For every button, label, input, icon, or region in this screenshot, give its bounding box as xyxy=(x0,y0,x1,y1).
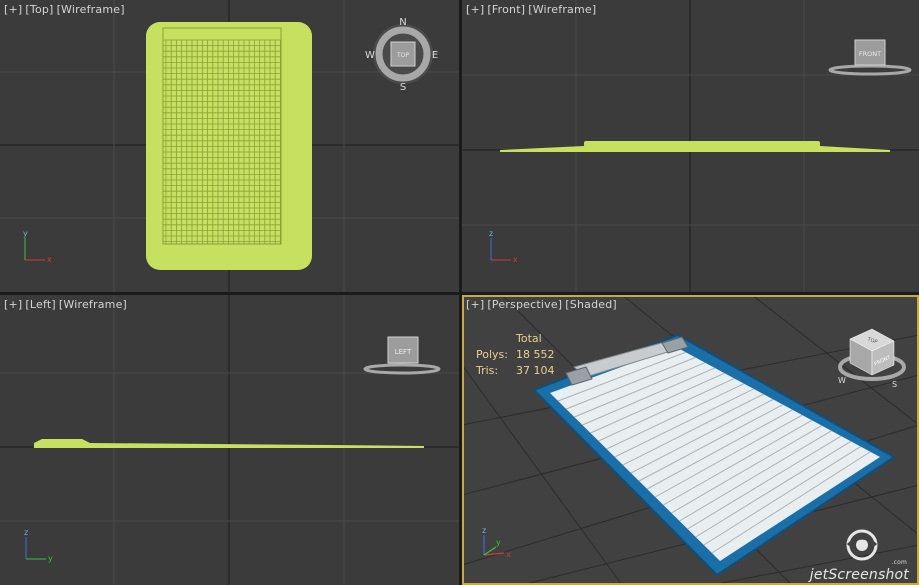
viewport-perspective-label[interactable]: [+] [Perspective] [Shaded] xyxy=(466,298,620,311)
viewport-menu-button[interactable]: [+] xyxy=(4,3,22,16)
viewport-left[interactable]: z y LEFT [+] [Left] [Wireframe] xyxy=(0,295,459,585)
viewcube-left[interactable]: LEFT xyxy=(363,336,441,375)
clipboard-wireframe-top[interactable] xyxy=(146,22,312,270)
viewport-top-canvas: y x TOP N S E W xyxy=(0,0,459,292)
watermark-text: jetScreenshot .com xyxy=(809,559,909,583)
shading-mode[interactable]: [Wireframe] xyxy=(528,3,596,16)
axis-y-label: y xyxy=(23,229,28,238)
viewport-menu-button[interactable]: [+] xyxy=(466,298,484,311)
watermark-logo-icon xyxy=(846,529,878,561)
viewport-front-label[interactable]: [+] [Front] [Wireframe] xyxy=(466,3,599,16)
viewport-front-canvas: z x FRONT xyxy=(462,0,919,292)
polys-value: 18 552 xyxy=(516,348,555,361)
viewcube-front[interactable]: FRONT xyxy=(828,39,912,76)
axis-y-label: y xyxy=(496,538,501,547)
shading-mode[interactable]: [Shaded] xyxy=(565,298,617,311)
tris-label: Tris: xyxy=(476,364,499,377)
compass-south: S xyxy=(892,380,897,389)
view-name[interactable]: [Top] xyxy=(25,3,53,16)
view-name[interactable]: [Perspective] xyxy=(487,298,562,311)
viewcube-face-label: LEFT xyxy=(395,348,412,356)
viewcube-perspective[interactable]: TOP FRONT W S xyxy=(838,328,906,389)
watermark-brand: jetScreenshot xyxy=(809,567,909,583)
statistics-overlay: Total Polys: 18 552 Tris: 37 104 xyxy=(476,331,555,379)
axis-x-label: x xyxy=(513,255,518,264)
tris-value: 37 104 xyxy=(516,364,555,377)
axis-x-label: x xyxy=(506,550,511,559)
axis-z-label: z xyxy=(482,526,486,535)
viewport-perspective[interactable]: TOP FRONT W S z x y [+] [Perspective] [Sha… xyxy=(462,295,919,585)
compass-west: W xyxy=(838,376,846,385)
axis-z-label: z xyxy=(24,528,28,537)
viewport-menu-button[interactable]: [+] xyxy=(4,298,22,311)
polys-label: Polys: xyxy=(476,348,508,361)
axis-tripod-front: z x xyxy=(489,229,518,264)
viewport-left-label[interactable]: [+] [Left] [Wireframe] xyxy=(4,298,130,311)
view-name[interactable]: [Left] xyxy=(25,298,55,311)
clipboard-wireframe-front[interactable] xyxy=(500,141,890,152)
axis-tripod-top: y x xyxy=(23,229,52,264)
viewport-menu-button[interactable]: [+] xyxy=(466,3,484,16)
viewport-front[interactable]: z x FRONT [+] [Front] [Wireframe] xyxy=(462,0,919,292)
axis-y-label: y xyxy=(48,554,53,563)
view-name[interactable]: [Front] xyxy=(487,3,525,16)
viewport-top-label[interactable]: [+] [Top] [Wireframe] xyxy=(4,3,128,16)
viewport-top[interactable]: y x TOP N S E W [+] [Top] [Wireframe] xyxy=(0,0,459,292)
viewcube-top[interactable]: TOP N S E W xyxy=(365,17,438,93)
viewcube-face-label: TOP xyxy=(396,52,409,59)
compass-south: S xyxy=(400,82,406,93)
watermark-tld: .com xyxy=(891,559,907,566)
compass-north: N xyxy=(399,17,406,28)
axis-z-label: z xyxy=(489,229,493,238)
stats-header: Total xyxy=(516,332,542,345)
axis-tripod-perspective: z x y xyxy=(482,526,511,559)
compass-east: E xyxy=(432,50,438,61)
viewport-left-canvas: z y LEFT xyxy=(0,295,459,585)
axis-x-label: x xyxy=(47,255,52,264)
axis-tripod-left: z y xyxy=(24,528,53,563)
viewcube-face-label: FRONT xyxy=(859,50,881,58)
shading-mode[interactable]: [Wireframe] xyxy=(59,298,127,311)
compass-west: W xyxy=(365,50,375,61)
shading-mode[interactable]: [Wireframe] xyxy=(57,3,125,16)
